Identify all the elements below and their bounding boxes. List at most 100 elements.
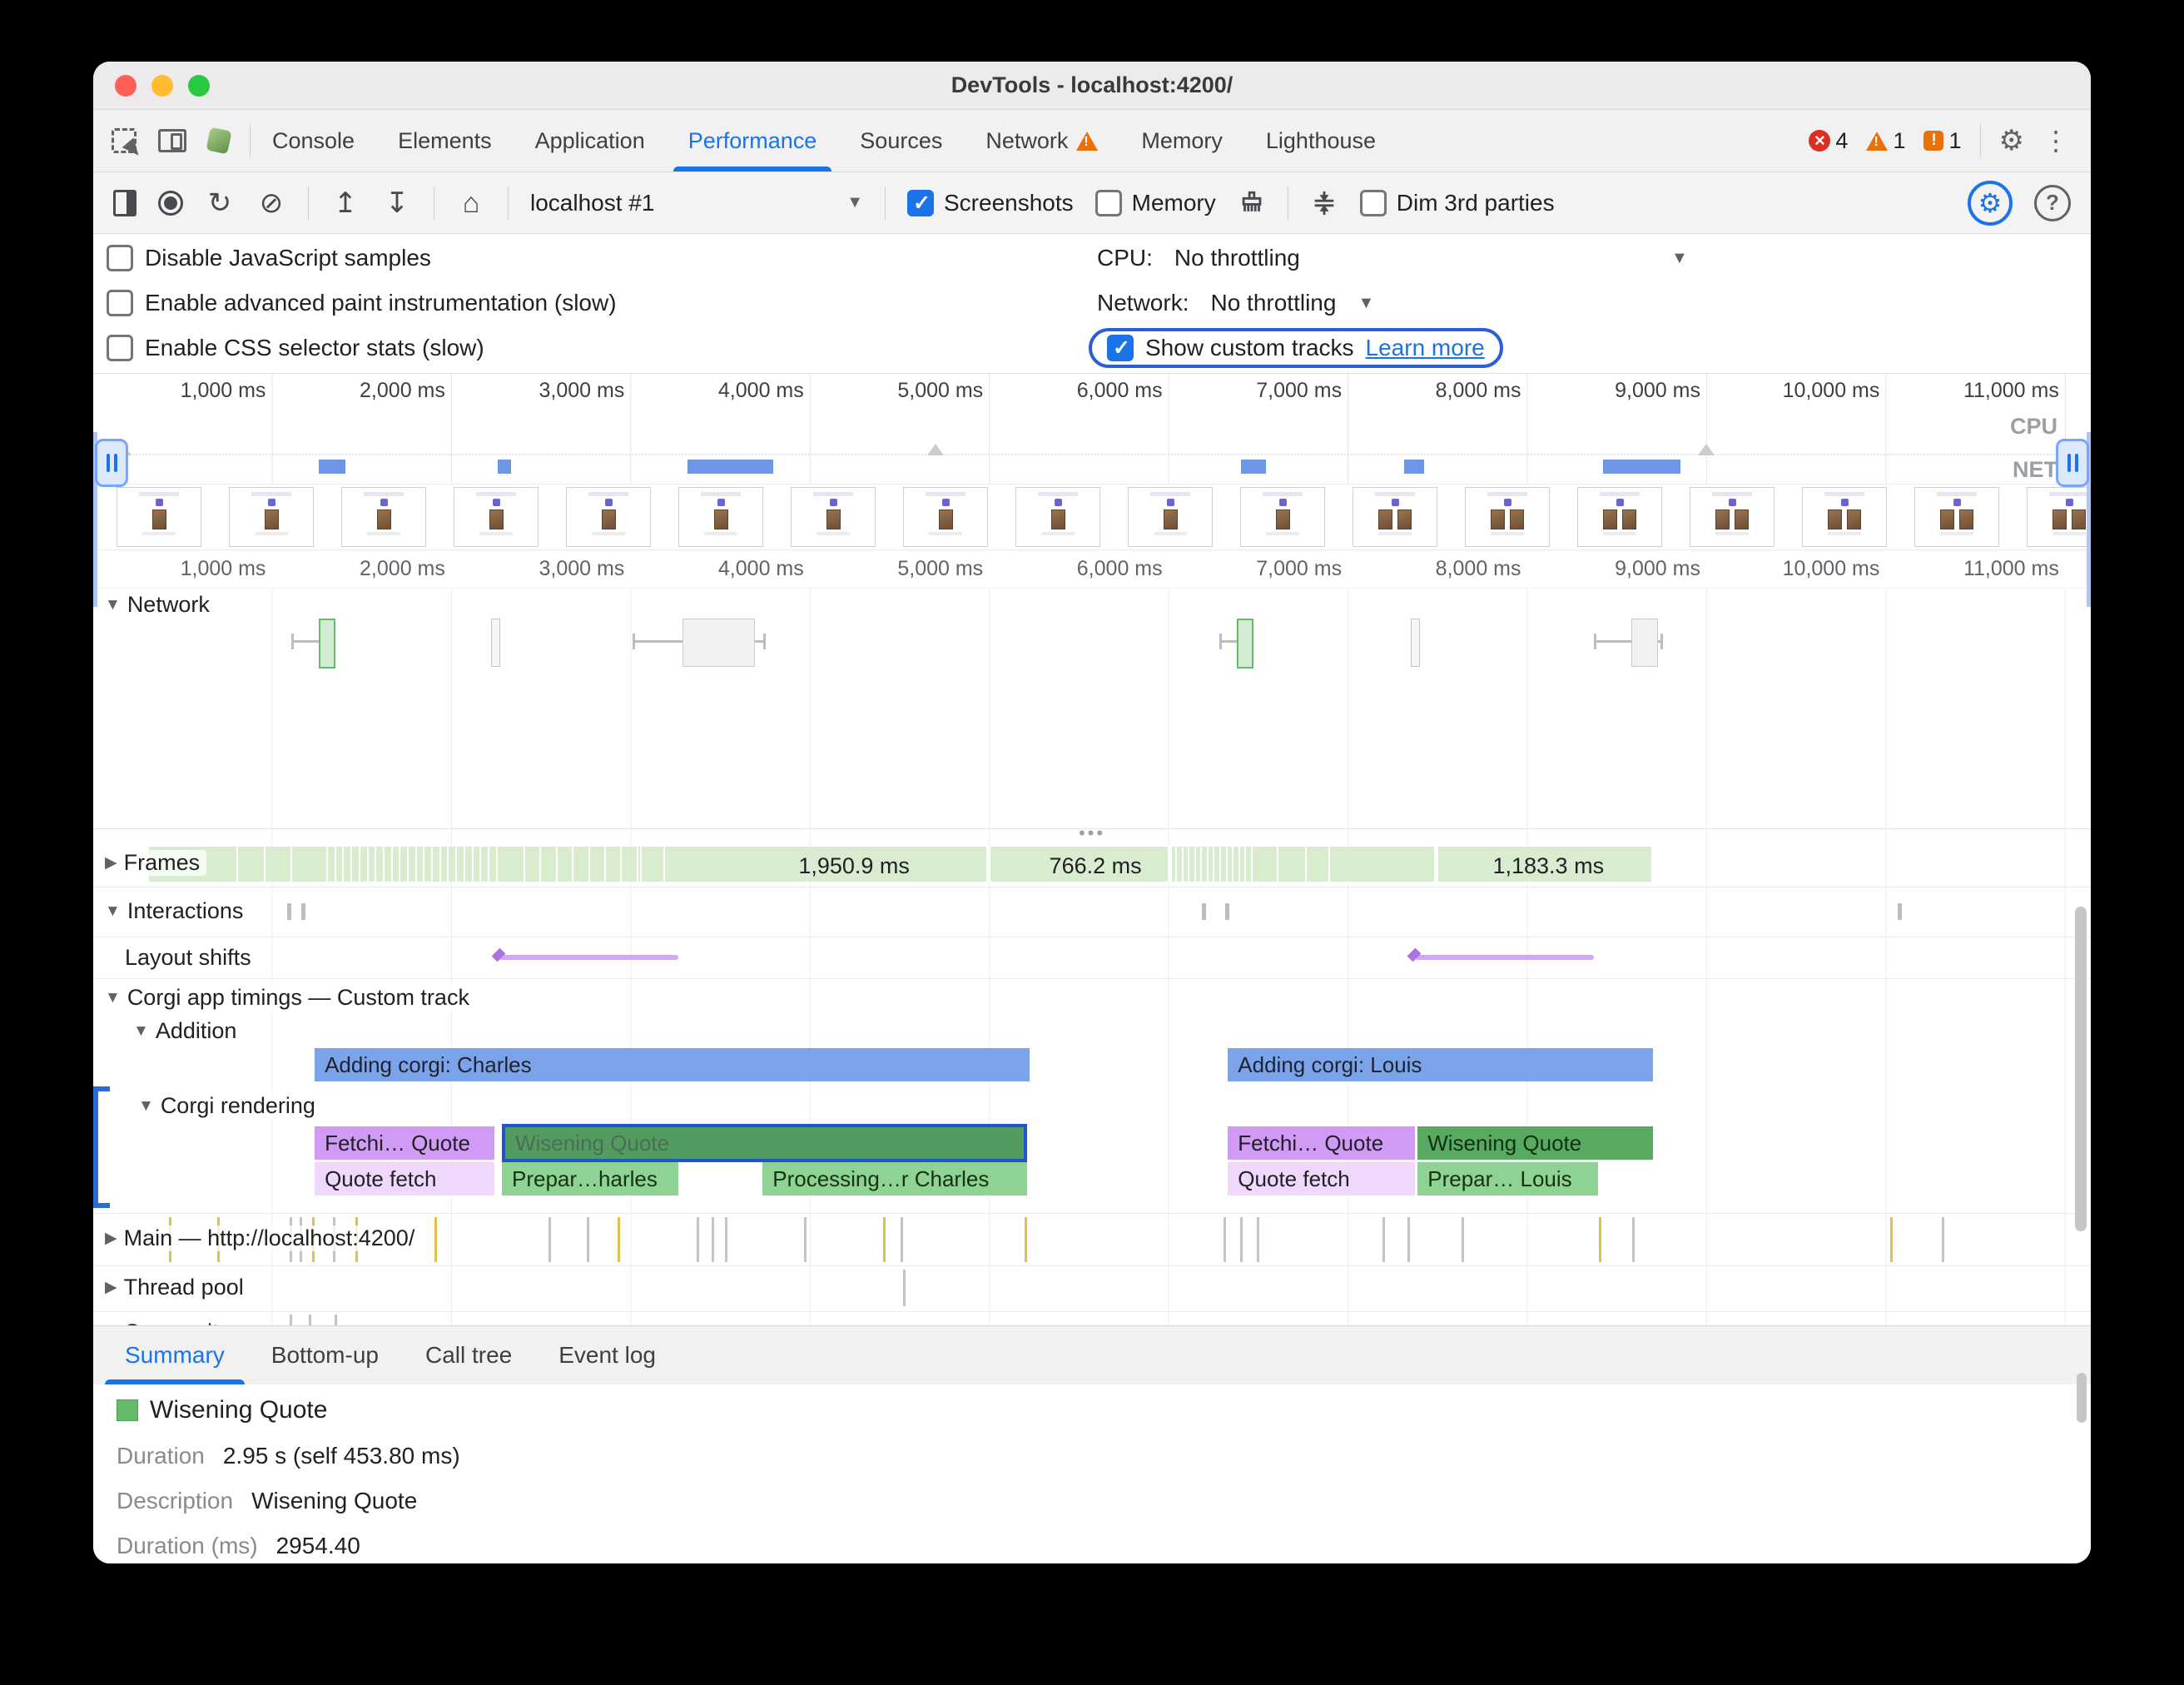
timing-bar[interactable]: Prepar…harles: [502, 1162, 678, 1195]
network-track-toggle[interactable]: ▼ Network: [98, 592, 216, 618]
thread-pool-toggle[interactable]: ▶ Thread pool: [98, 1275, 251, 1300]
custom-track-toggle[interactable]: ▼ Corgi app timings — Custom track: [98, 985, 476, 1011]
details-tab-summary[interactable]: Summary: [102, 1326, 248, 1384]
timing-bar[interactable]: Wisening Quote: [502, 1124, 1027, 1162]
screenshot-thumbnail[interactable]: [229, 487, 314, 547]
tab-application[interactable]: Application: [514, 110, 667, 171]
range-right-handle[interactable]: [2056, 439, 2089, 487]
tab-performance[interactable]: Performance: [667, 110, 839, 171]
timing-bar[interactable]: Quote fetch: [1228, 1162, 1415, 1195]
timing-bar[interactable]: Prepar… Louis: [1417, 1162, 1598, 1195]
zoom-button[interactable]: [188, 75, 210, 97]
network-request[interactable]: [1411, 619, 1420, 667]
dim-3rd-parties-checkbox[interactable]: Dim 3rd parties: [1360, 190, 1555, 216]
details-tab-event-log[interactable]: Event log: [535, 1326, 679, 1384]
timing-bar[interactable]: Fetchi… Quote: [1228, 1126, 1415, 1160]
interaction-mark[interactable]: [287, 903, 291, 920]
reload-record-button[interactable]: ↻: [205, 189, 235, 217]
screenshot-thumbnail[interactable]: [1577, 487, 1662, 547]
inspect-element-icon[interactable]: [112, 128, 136, 153]
collapse-icon[interactable]: [1310, 189, 1338, 217]
timing-bar[interactable]: Fetchi… Quote: [315, 1126, 494, 1160]
settings-checkbox-1[interactable]: Enable advanced paint instrumentation (s…: [107, 281, 617, 326]
screenshot-thumbnail[interactable]: [1690, 487, 1774, 547]
interaction-mark[interactable]: [1898, 903, 1902, 920]
garbage-collect-icon[interactable]: [1238, 189, 1266, 217]
record-button[interactable]: [158, 191, 183, 216]
download-profile-icon[interactable]: ↧: [382, 189, 412, 217]
details-scrollbar[interactable]: [2077, 1373, 2087, 1423]
help-icon[interactable]: ?: [2034, 185, 2071, 221]
frames-track-toggle[interactable]: ▶ Frames: [98, 850, 206, 876]
extension-icon[interactable]: [206, 127, 231, 155]
layout-shift-span[interactable]: [1415, 955, 1594, 960]
device-toolbar-icon[interactable]: [158, 129, 186, 152]
home-icon[interactable]: ⌂: [456, 189, 486, 217]
network-request[interactable]: [319, 619, 335, 669]
interactions-track-toggle[interactable]: ▼ Interactions: [98, 898, 250, 924]
vertical-scrollbar[interactable]: [2075, 907, 2087, 1231]
screenshot-thumbnail[interactable]: [1465, 487, 1550, 547]
interaction-mark[interactable]: [1225, 903, 1229, 920]
main-thread-toggle[interactable]: ▶ Main — http://localhost:4200/: [98, 1225, 421, 1251]
screenshot-thumbnail[interactable]: [1015, 487, 1100, 547]
screenshot-thumbnail[interactable]: [1240, 487, 1325, 547]
learn-more-link[interactable]: Learn more: [1366, 335, 1485, 361]
screenshot-thumbnail[interactable]: [1914, 487, 1999, 547]
screenshot-thumbnail[interactable]: [454, 487, 539, 547]
minimize-button[interactable]: [151, 75, 173, 97]
timing-bar[interactable]: Wisening Quote: [1417, 1126, 1653, 1160]
toggle-sidebar-icon[interactable]: [113, 190, 136, 216]
clear-button[interactable]: ⊘: [256, 189, 286, 217]
session-select[interactable]: localhost #1 ▼: [530, 190, 863, 216]
more-options-icon[interactable]: ⋮: [2043, 125, 2069, 157]
screenshot-thumbnail[interactable]: [678, 487, 763, 547]
network-request[interactable]: [682, 619, 755, 667]
layout-shift-span[interactable]: [499, 955, 678, 960]
screenshot-thumbnail[interactable]: [1802, 487, 1887, 547]
details-tab-call-tree[interactable]: Call tree: [402, 1326, 535, 1384]
details-tab-bottom-up[interactable]: Bottom-up: [248, 1326, 402, 1384]
screenshot-thumbnail[interactable]: [117, 487, 201, 547]
timing-bar[interactable]: Processing…r Charles: [762, 1162, 1027, 1195]
tab-memory[interactable]: Memory: [1119, 110, 1244, 171]
settings-checkbox-2[interactable]: Enable CSS selector stats (slow): [107, 326, 617, 370]
timing-bar[interactable]: Quote fetch: [315, 1162, 494, 1195]
tab-elements[interactable]: Elements: [376, 110, 514, 171]
memory-checkbox[interactable]: Memory: [1095, 190, 1216, 216]
network-request[interactable]: [491, 619, 500, 667]
tab-sources[interactable]: Sources: [838, 110, 964, 171]
timing-bar[interactable]: Adding corgi: Charles: [315, 1048, 1030, 1081]
close-button[interactable]: [115, 75, 136, 97]
upload-profile-icon[interactable]: ↥: [330, 189, 360, 217]
timeline-overview[interactable]: CPU NET 1,000 ms2,000 ms3,000 ms4,000 ms…: [93, 374, 2091, 485]
issues-badge[interactable]: !1: [1923, 128, 1961, 154]
pane-resize-handle[interactable]: •••: [93, 828, 2091, 842]
screenshots-checkbox[interactable]: Screenshots: [907, 190, 1074, 216]
network-request[interactable]: [1237, 619, 1253, 669]
settings-checkbox-0[interactable]: Disable JavaScript samples: [107, 236, 617, 281]
chevron-down-icon[interactable]: ▼: [1358, 294, 1374, 313]
network-throttle-select[interactable]: No throttling: [1210, 290, 1336, 316]
compositor-toggle[interactable]: ▶ Compositor: [98, 1320, 246, 1325]
error-badge[interactable]: ×4: [1809, 128, 1848, 154]
tab-lighthouse[interactable]: Lighthouse: [1244, 110, 1397, 171]
warning-badge[interactable]: !1: [1866, 128, 1905, 154]
network-request[interactable]: [1631, 619, 1658, 667]
screenshot-thumbnail[interactable]: [1128, 487, 1213, 547]
chevron-down-icon[interactable]: ▼: [1671, 249, 1688, 268]
interaction-mark[interactable]: [301, 903, 305, 920]
screenshot-thumbnail[interactable]: [341, 487, 426, 547]
screenshot-thumbnail[interactable]: [903, 487, 988, 547]
screenshot-thumbnail[interactable]: [1353, 487, 1437, 547]
corgi-rendering-toggle[interactable]: ▼ Corgi rendering: [132, 1093, 322, 1119]
range-left-handle[interactable]: [95, 439, 128, 487]
screenshot-thumbnail[interactable]: [2027, 487, 2091, 547]
screenshot-thumbnail[interactable]: [566, 487, 651, 547]
tab-network[interactable]: Network!: [964, 110, 1119, 171]
settings-gear-icon[interactable]: ⚙: [1999, 124, 2024, 157]
tab-console[interactable]: Console: [251, 110, 376, 171]
timing-bar[interactable]: Adding corgi: Louis: [1228, 1048, 1653, 1081]
addition-group-toggle[interactable]: ▼ Addition: [127, 1018, 243, 1044]
custom-tracks-checkbox[interactable]: [1107, 335, 1134, 361]
